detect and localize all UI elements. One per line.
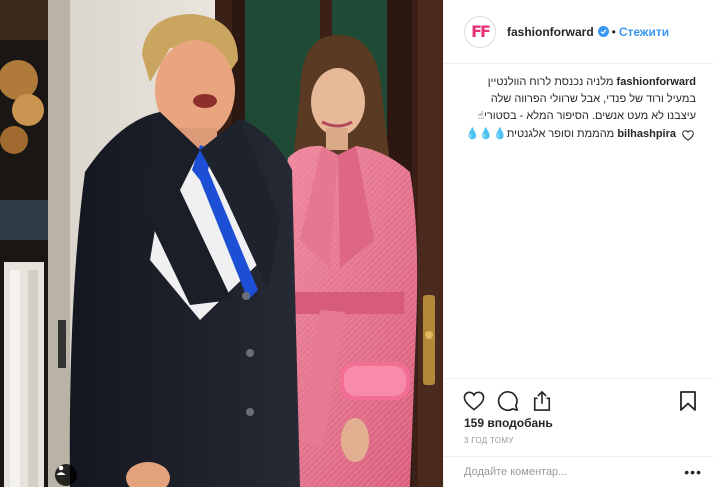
comment-icon[interactable]	[494, 387, 522, 415]
post-header: FF fashionforward • Стежити	[444, 0, 713, 64]
comment-text: מהממת וסופר אלגנטית💧💧💧	[465, 128, 615, 140]
verified-badge-icon	[597, 26, 609, 37]
comments-section: fashionforward מלניה נכנסת לרוח הוולנטיי…	[444, 64, 713, 376]
likes-count[interactable]: 159 вподобань	[464, 416, 553, 430]
post-photo-illustration	[0, 0, 443, 487]
comment-item: bilhashpira מהממת וסופר אלגנטית💧💧💧	[464, 126, 696, 146]
post-detail-panel: FF fashionforward • Стежити fashionforwa…	[443, 0, 713, 487]
comment-username[interactable]: bilhashpira	[617, 128, 676, 140]
comment-input[interactable]	[464, 466, 685, 478]
comment-body: bilhashpira מהממת וסופר אלגנטית💧💧💧	[464, 126, 676, 143]
user-tag-glyph	[56, 465, 66, 475]
bookmark-icon[interactable]	[674, 387, 702, 415]
save-glyph	[680, 390, 696, 411]
separator-dot: •	[611, 24, 616, 39]
comment-like-heart-icon[interactable]	[682, 128, 696, 146]
avatar-initials: FF	[471, 22, 491, 41]
follow-button[interactable]: Стежити	[619, 25, 669, 39]
heart-icon[interactable]	[460, 387, 488, 415]
post-timestamp[interactable]: 3 ГОД ТОМУ	[464, 436, 514, 445]
checkmark-icon	[600, 29, 607, 35]
caption-username[interactable]: fashionforward	[617, 76, 696, 88]
more-options-icon[interactable]: •••	[684, 464, 702, 480]
avatar[interactable]: FF	[464, 15, 496, 48]
post-caption: fashionforward מלניה נכנסת לרוח הוולנטיי…	[464, 74, 696, 125]
user-tag-icon[interactable]	[55, 464, 77, 486]
add-comment-bar: •••	[444, 456, 713, 487]
share-glyph	[533, 390, 551, 411]
like-glyph	[463, 391, 485, 411]
comment-glyph	[497, 390, 518, 411]
username-link[interactable]: fashionforward	[507, 25, 594, 39]
post-photo[interactable]	[0, 0, 443, 487]
share-icon[interactable]	[528, 387, 556, 415]
action-bar	[444, 378, 713, 416]
heart-outline-glyph	[682, 130, 694, 141]
